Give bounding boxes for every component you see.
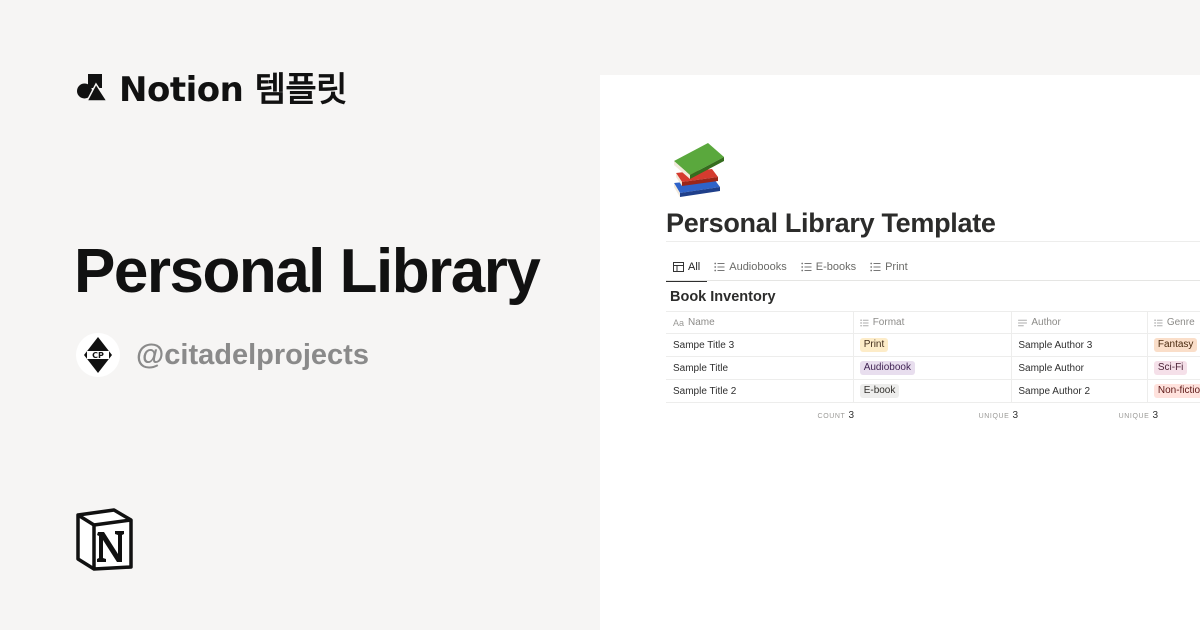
genre-cell[interactable]: Non-fiction xyxy=(1148,380,1200,402)
database-title: Book Inventory xyxy=(670,289,776,305)
brand-text: Notion 템플릿 xyxy=(119,70,347,110)
tab-all[interactable]: All xyxy=(666,255,708,282)
text-icon xyxy=(1018,319,1028,326)
footer-calc-unique[interactable]: UNIQUE 3 xyxy=(1024,410,1164,421)
calc-value: 3 xyxy=(1152,409,1158,421)
table-header-row: Aa Name Format Author Genre xyxy=(666,311,1200,334)
format-tag: Print xyxy=(859,338,889,352)
table-row[interactable]: Sample Title Audiobook Sample Author Sci… xyxy=(666,357,1200,380)
page-title: Personal Library Template xyxy=(666,208,996,238)
tab-label: Print xyxy=(885,261,908,273)
column-header-name[interactable]: Aa Name xyxy=(666,312,854,333)
tab-audiobooks[interactable]: Audiobooks xyxy=(707,255,794,281)
genre-tag: Fantasy xyxy=(1153,338,1198,352)
column-label: Author xyxy=(1031,317,1061,328)
format-cell[interactable]: E-book xyxy=(854,380,1013,402)
books-icon xyxy=(674,143,724,197)
list-icon xyxy=(860,318,869,327)
tab-label: All xyxy=(688,261,701,273)
view-tabs: All Audiobooks E-books Print xyxy=(666,255,915,282)
column-header-genre[interactable]: Genre xyxy=(1148,312,1200,333)
format-tag: Audiobook xyxy=(859,361,915,375)
genre-tag: Non-fiction xyxy=(1153,384,1200,398)
author-handle[interactable]: @citadelprojects xyxy=(136,339,369,372)
citadel-logo-icon: CP xyxy=(84,337,112,373)
format-cell[interactable]: Print xyxy=(854,334,1013,356)
table-footer: COUNT 3 UNIQUE 3 UNIQUE 3 xyxy=(666,403,1200,427)
brand-header: Notion 템플릿 xyxy=(76,62,347,111)
column-label: Name xyxy=(688,317,715,328)
tab-ebooks[interactable]: E-books xyxy=(794,255,863,281)
genre-cell[interactable]: Fantasy xyxy=(1148,334,1200,356)
title-divider xyxy=(666,241,1200,242)
calc-label: UNIQUE xyxy=(978,412,1010,420)
calc-value: 3 xyxy=(848,409,854,421)
author-cell[interactable]: Sampe Author 2 xyxy=(1012,380,1148,402)
format-tag: E-book xyxy=(859,384,900,398)
genre-tag: Sci-Fi xyxy=(1153,361,1188,375)
text-type-icon: Aa xyxy=(673,317,685,328)
column-label: Genre xyxy=(1166,317,1195,328)
column-header-format[interactable]: Format xyxy=(854,312,1013,333)
table-row[interactable]: Sampe Title 3 Print Sample Author 3 Fant… xyxy=(666,334,1200,357)
column-label: Format xyxy=(872,317,905,328)
notion-logo-icon xyxy=(76,508,133,571)
template-preview: Personal Library Template All Audiobooks… xyxy=(600,75,1200,630)
calc-label: COUNT xyxy=(817,412,846,420)
footer-calc-count[interactable]: COUNT 3 xyxy=(666,410,860,421)
table-icon xyxy=(673,262,684,272)
column-header-author[interactable]: Author xyxy=(1012,312,1148,333)
left-panel: Notion 템플릿 Personal Library CP @citadelp… xyxy=(0,0,600,630)
author-cell[interactable]: Sample Author 3 xyxy=(1012,334,1148,356)
tabs-divider xyxy=(666,280,1200,281)
list-icon xyxy=(870,262,881,272)
book-name[interactable]: Sample Title xyxy=(666,357,854,379)
calc-value: 3 xyxy=(1012,409,1018,421)
list-icon xyxy=(801,262,812,272)
author-cell[interactable]: Sample Author xyxy=(1012,357,1148,379)
template-title: Personal Library xyxy=(74,237,541,306)
genre-cell[interactable]: Sci-Fi xyxy=(1148,357,1200,379)
list-icon xyxy=(1154,318,1163,327)
footer-calc-unique[interactable]: UNIQUE 3 xyxy=(860,410,1024,421)
format-cell[interactable]: Audiobook xyxy=(854,357,1013,379)
avatar[interactable]: CP xyxy=(76,333,120,377)
list-icon xyxy=(714,262,725,272)
tab-label: E-books xyxy=(815,261,857,273)
author-row[interactable]: CP @citadelprojects xyxy=(76,333,369,377)
calc-label: UNIQUE xyxy=(1118,412,1150,420)
shapes-icon xyxy=(77,73,109,102)
book-name[interactable]: Sampe Title 3 xyxy=(666,334,854,356)
book-name[interactable]: Sample Title 2 xyxy=(666,380,854,402)
table-row[interactable]: Sample Title 2 E-book Sampe Author 2 Non… xyxy=(666,380,1200,403)
tab-label: Audiobooks xyxy=(729,261,787,273)
avatar-initials: CP xyxy=(92,351,104,360)
book-inventory-table: Aa Name Format Author Genre Sampe Title … xyxy=(666,311,1200,427)
tab-print[interactable]: Print xyxy=(863,255,915,281)
